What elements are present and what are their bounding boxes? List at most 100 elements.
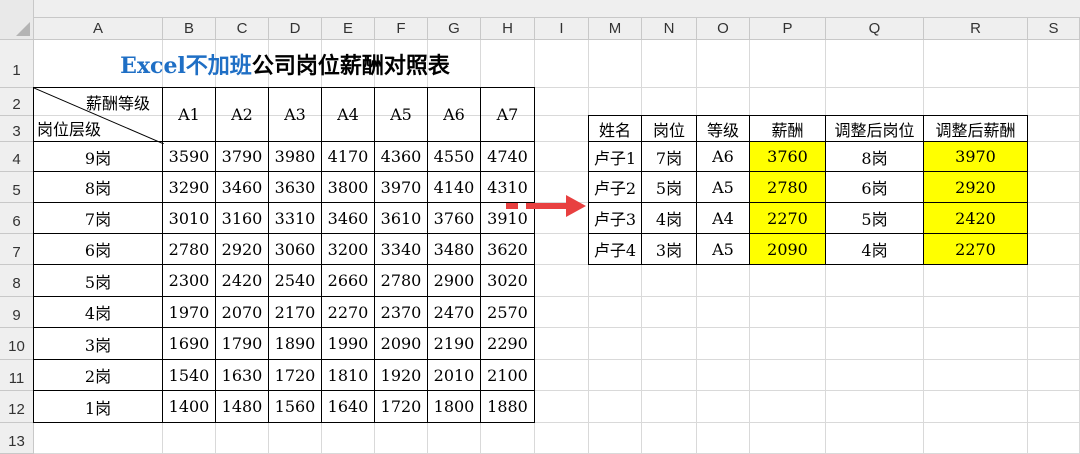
adjust-cell[interactable]: A4: [696, 202, 750, 234]
adjust-cell[interactable]: 2090: [749, 233, 826, 265]
adjust-header[interactable]: 岗位: [641, 115, 697, 142]
salary-cell[interactable]: 3980: [268, 141, 322, 172]
adjust-cell[interactable]: 7岗: [641, 141, 697, 172]
post-level-cell[interactable]: 6岗: [33, 233, 163, 265]
salary-cell[interactable]: 2070: [215, 296, 269, 328]
adjust-cell[interactable]: 卢子4: [588, 233, 642, 265]
salary-cell[interactable]: 3290: [162, 171, 216, 203]
grade-header[interactable]: A7: [480, 87, 535, 142]
post-level-cell[interactable]: 7岗: [33, 202, 163, 234]
salary-cell[interactable]: 3630: [268, 171, 322, 203]
row-header-2[interactable]: 2: [0, 88, 34, 116]
salary-cell[interactable]: 1540: [162, 359, 216, 391]
salary-cell[interactable]: 3970: [374, 171, 428, 203]
grade-header[interactable]: A1: [162, 87, 216, 142]
salary-cell[interactable]: 1800: [427, 390, 481, 423]
grade-header[interactable]: A5: [374, 87, 428, 142]
adjust-cell[interactable]: 2780: [749, 171, 826, 203]
salary-cell[interactable]: 1400: [162, 390, 216, 423]
column-header-G[interactable]: G: [428, 18, 481, 40]
select-all-corner[interactable]: [0, 0, 34, 40]
column-header-H[interactable]: H: [481, 18, 535, 40]
row-header-8[interactable]: 8: [0, 265, 34, 297]
salary-cell[interactable]: 3620: [480, 233, 535, 265]
row-header-13[interactable]: 13: [0, 423, 34, 454]
salary-cell[interactable]: 3460: [215, 171, 269, 203]
salary-cell[interactable]: 2470: [427, 296, 481, 328]
row-header-11[interactable]: 11: [0, 360, 34, 391]
column-header-O[interactable]: O: [697, 18, 750, 40]
salary-cell[interactable]: 3790: [215, 141, 269, 172]
post-level-cell[interactable]: 8岗: [33, 171, 163, 203]
post-level-cell[interactable]: 3岗: [33, 327, 163, 360]
salary-cell[interactable]: 2570: [480, 296, 535, 328]
column-header-B[interactable]: B: [163, 18, 216, 40]
column-header-M[interactable]: M: [589, 18, 642, 40]
post-level-cell[interactable]: 1岗: [33, 390, 163, 423]
adjust-cell[interactable]: 2920: [923, 171, 1028, 203]
adjust-cell[interactable]: 4岗: [641, 202, 697, 234]
adjust-cell[interactable]: 2420: [923, 202, 1028, 234]
salary-cell[interactable]: 3460: [321, 202, 375, 234]
adjust-header[interactable]: 姓名: [588, 115, 642, 142]
adjust-cell[interactable]: A6: [696, 141, 750, 172]
salary-cell[interactable]: 3340: [374, 233, 428, 265]
row-header-4[interactable]: 4: [0, 142, 34, 172]
salary-cell[interactable]: 2290: [480, 327, 535, 360]
column-header-N[interactable]: N: [642, 18, 697, 40]
adjust-cell[interactable]: 5岗: [641, 171, 697, 203]
adjust-cell[interactable]: 8岗: [825, 141, 924, 172]
salary-cell[interactable]: 2170: [268, 296, 322, 328]
salary-cell[interactable]: 2780: [162, 233, 216, 265]
salary-cell[interactable]: 4170: [321, 141, 375, 172]
salary-cell[interactable]: 4740: [480, 141, 535, 172]
salary-cell[interactable]: 3480: [427, 233, 481, 265]
salary-cell[interactable]: 1690: [162, 327, 216, 360]
salary-cell[interactable]: 3160: [215, 202, 269, 234]
salary-cell[interactable]: 2660: [321, 264, 375, 297]
row-header-7[interactable]: 7: [0, 234, 34, 265]
column-header-S[interactable]: S: [1028, 18, 1080, 40]
adjust-cell[interactable]: 5岗: [825, 202, 924, 234]
row-header-6[interactable]: 6: [0, 203, 34, 234]
column-header-F[interactable]: F: [375, 18, 428, 40]
salary-cell[interactable]: 3200: [321, 233, 375, 265]
adjust-cell[interactable]: 卢子1: [588, 141, 642, 172]
salary-cell[interactable]: 1810: [321, 359, 375, 391]
salary-cell[interactable]: 2370: [374, 296, 428, 328]
column-header-D[interactable]: D: [269, 18, 322, 40]
row-header-10[interactable]: 10: [0, 328, 34, 360]
grade-header[interactable]: A6: [427, 87, 481, 142]
salary-cell[interactable]: 1790: [215, 327, 269, 360]
row-header-12[interactable]: 12: [0, 391, 34, 423]
salary-cell[interactable]: 4550: [427, 141, 481, 172]
row-header-5[interactable]: 5: [0, 172, 34, 203]
salary-cell[interactable]: 2780: [374, 264, 428, 297]
salary-cell[interactable]: 1880: [480, 390, 535, 423]
salary-cell[interactable]: 1480: [215, 390, 269, 423]
salary-cell[interactable]: 2920: [215, 233, 269, 265]
salary-cell[interactable]: 1890: [268, 327, 322, 360]
spreadsheet[interactable]: ABCDEFGHIMNOPQRS 1 2 3 4 5 6 7 8 9 10 11 12 13 Excel…: [0, 0, 1080, 454]
adjust-cell[interactable]: A5: [696, 233, 750, 265]
adjust-cell[interactable]: A5: [696, 171, 750, 203]
salary-cell[interactable]: 1720: [374, 390, 428, 423]
salary-cell[interactable]: 2190: [427, 327, 481, 360]
adjust-cell[interactable]: 2270: [923, 233, 1028, 265]
salary-cell[interactable]: 3010: [162, 202, 216, 234]
salary-cell[interactable]: 2270: [321, 296, 375, 328]
salary-cell[interactable]: 3310: [268, 202, 322, 234]
adjust-cell[interactable]: 4岗: [825, 233, 924, 265]
adjust-cell[interactable]: 3970: [923, 141, 1028, 172]
salary-cell[interactable]: 2090: [374, 327, 428, 360]
salary-cell[interactable]: 3610: [374, 202, 428, 234]
post-level-cell[interactable]: 5岗: [33, 264, 163, 297]
adjust-cell[interactable]: 6岗: [825, 171, 924, 203]
column-header-C[interactable]: C: [216, 18, 269, 40]
grade-header[interactable]: A3: [268, 87, 322, 142]
row-header-9[interactable]: 9: [0, 297, 34, 328]
salary-cell[interactable]: 1990: [321, 327, 375, 360]
column-header-I[interactable]: I: [535, 18, 589, 40]
adjust-cell[interactable]: 卢子2: [588, 171, 642, 203]
adjust-cell[interactable]: 3岗: [641, 233, 697, 265]
